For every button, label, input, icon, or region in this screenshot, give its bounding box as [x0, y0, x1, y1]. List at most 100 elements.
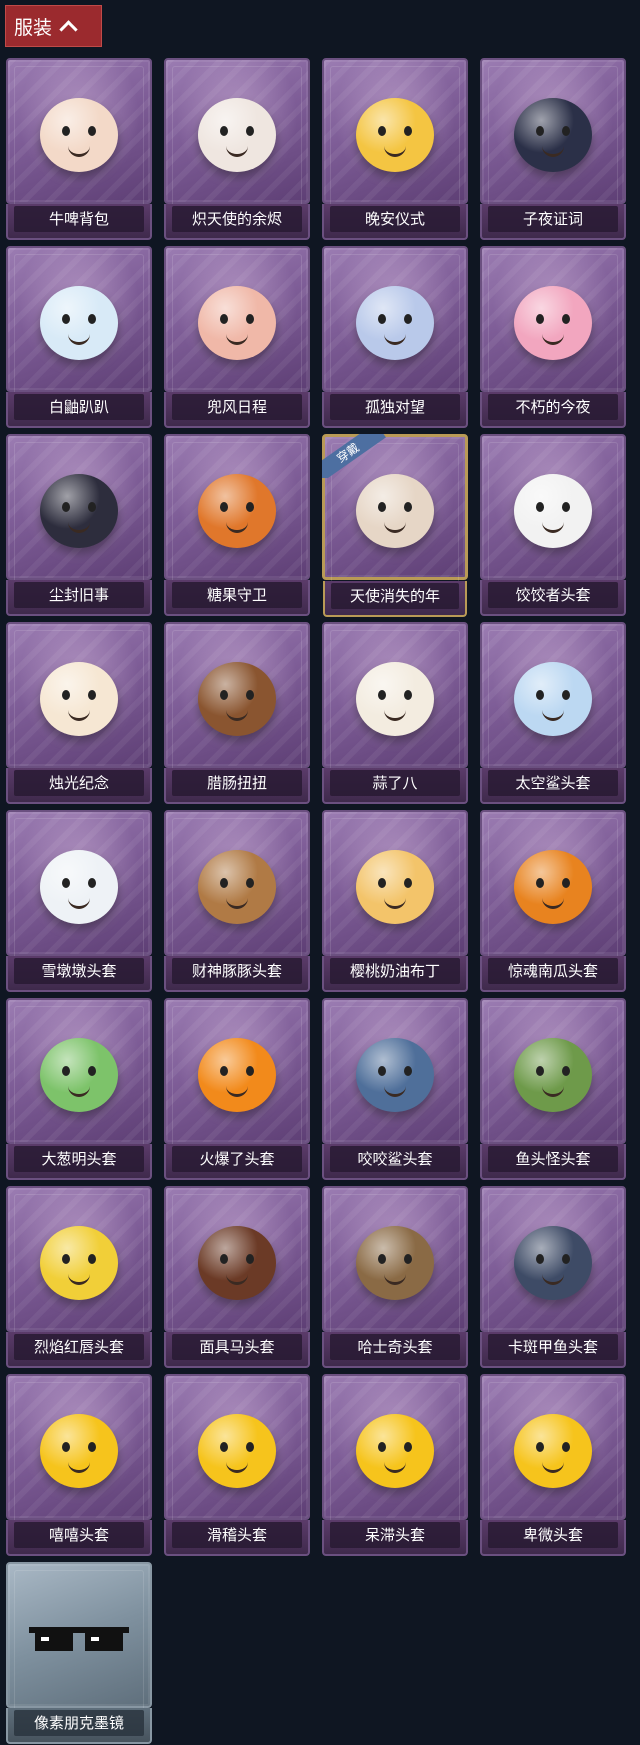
costume-item-label: 不朽的今夜 — [488, 394, 618, 420]
costume-item-label: 太空鲨头套 — [488, 770, 618, 796]
dark-prince-charm-icon — [29, 461, 129, 561]
costume-item[interactable]: 蒜了八 — [322, 622, 468, 804]
costume-item[interactable]: 呆滞头套 — [322, 1374, 468, 1556]
costume-item-label: 尘封旧事 — [14, 582, 144, 608]
costume-item-label: 孤独对望 — [330, 394, 460, 420]
costume-item[interactable]: 鱼头怪头套 — [480, 998, 626, 1180]
owl-figure-icon — [503, 85, 603, 185]
candle-head-icon — [29, 649, 129, 749]
cow-beer-backpack-icon — [29, 85, 129, 185]
costume-item-label: 晚安仪式 — [330, 206, 460, 232]
costume-item-label: 面具马头套 — [172, 1334, 302, 1360]
pumpkin-scarecrow-icon — [187, 461, 287, 561]
costume-item-label: 腊肠扭扭 — [172, 770, 302, 796]
costume-item-label: 哈士奇头套 — [330, 1334, 460, 1360]
costume-item[interactable]: 面具马头套 — [164, 1186, 310, 1368]
costume-item[interactable]: 太空鲨头套 — [480, 622, 626, 804]
costume-grid: 牛啤背包 炽天使的余烬 晚安仪式 子夜证词白鼬趴趴 兜风日程 孤独对望 不朽的今夜尘封旧事 糖… — [6, 58, 626, 1744]
costume-item[interactable]: 白鼬趴趴 — [6, 246, 152, 428]
equipped-badge-text: 穿戴 — [322, 434, 386, 478]
costume-item-label: 烛光纪念 — [14, 770, 144, 796]
costume-item-label: 兜风日程 — [172, 394, 302, 420]
husky-sunglasses-head-icon — [345, 1213, 445, 1313]
costume-item-label: 糖果守卫 — [172, 582, 302, 608]
costume-item[interactable]: 孤独对望 — [322, 246, 468, 428]
space-shark-head-icon — [503, 649, 603, 749]
costume-item-label: 像素朋克墨镜 — [14, 1710, 144, 1736]
costume-item[interactable]: 尘封旧事 — [6, 434, 152, 616]
costume-item-label: 蒜了八 — [330, 770, 460, 796]
costume-item-label: 惊魂南瓜头套 — [488, 958, 618, 984]
costume-item-label: 天使消失的年 — [331, 583, 459, 609]
costume-item-label: 烈焰红唇头套 — [14, 1334, 144, 1360]
fish-monster-head-icon — [503, 1025, 603, 1125]
chevron-up-icon — [59, 19, 78, 39]
costume-item[interactable]: 樱桃奶油布丁 — [322, 810, 468, 992]
dazed-emoji-head-icon — [345, 1401, 445, 1501]
costume-item-label: 大葱明头套 — [14, 1146, 144, 1172]
capybara-head-icon — [187, 837, 287, 937]
costume-item[interactable]: 滑稽头套 — [164, 1374, 310, 1556]
costume-item-label: 嘻嘻头套 — [14, 1522, 144, 1548]
costume-item[interactable]: 财神豚豚头套 — [164, 810, 310, 992]
pufferfish-head-icon — [503, 1213, 603, 1313]
costume-item[interactable]: 卡斑甲鱼头套 — [480, 1186, 626, 1368]
costume-item[interactable]: 糖果守卫 — [164, 434, 310, 616]
costume-item[interactable]: 惊魂南瓜头套 — [480, 810, 626, 992]
costume-item-label: 财神豚豚头套 — [172, 958, 302, 984]
fire-head-icon — [187, 1025, 287, 1125]
crystal-charm-icon — [345, 273, 445, 373]
pikachu-sunglasses-head-icon — [29, 1213, 129, 1313]
costume-item-label: 呆滞头套 — [330, 1522, 460, 1548]
costume-item[interactable]: 兜风日程 — [164, 246, 310, 428]
snowman-head-icon — [29, 837, 129, 937]
pixel-sunglasses-icon — [29, 1589, 129, 1689]
costume-item-label: 饺饺者头套 — [488, 582, 618, 608]
costume-item[interactable]: 饺饺者头套 — [480, 434, 626, 616]
costume-item[interactable]: 火爆了头套 — [164, 998, 310, 1180]
costume-item[interactable]: 腊肠扭扭 — [164, 622, 310, 804]
costume-item-label: 咬咬鲨头套 — [330, 1146, 460, 1172]
equipped-badge: 穿戴 — [322, 434, 392, 478]
costume-item-label: 卡斑甲鱼头套 — [488, 1334, 618, 1360]
costume-item-label: 鱼头怪头套 — [488, 1146, 618, 1172]
costume-item-label: 雪墩墩头套 — [14, 958, 144, 984]
costume-item-label: 白鼬趴趴 — [14, 394, 144, 420]
dumpling-head-icon — [503, 461, 603, 561]
costume-item[interactable]: 晚安仪式 — [322, 58, 468, 240]
costume-item[interactable]: 不朽的今夜 — [480, 246, 626, 428]
costume-item-label: 牛啤背包 — [14, 206, 144, 232]
costume-item-label: 滑稽头套 — [172, 1522, 302, 1548]
seraph-doll-icon — [187, 85, 287, 185]
cap-pig-figure-icon — [187, 273, 287, 373]
costume-item[interactable]: 像素朋克墨镜 — [6, 1562, 152, 1744]
costume-item-label: 子夜证词 — [488, 206, 618, 232]
grin-emoji-head-icon — [29, 1401, 129, 1501]
costume-item[interactable]: 卑微头套 — [480, 1374, 626, 1556]
humble-emoji-head-icon — [503, 1401, 603, 1501]
costume-item[interactable]: 子夜证词 — [480, 58, 626, 240]
costume-item[interactable]: 烈焰红唇头套 — [6, 1186, 152, 1368]
costume-item[interactable]: 嘻嘻头套 — [6, 1374, 152, 1556]
costume-item[interactable]: 哈士奇头套 — [322, 1186, 468, 1368]
costume-item[interactable]: 雪墩墩头套 — [6, 810, 152, 992]
funny-emoji-head-icon — [187, 1401, 287, 1501]
green-onion-head-icon — [29, 1025, 129, 1125]
costume-item[interactable]: 大葱明头套 — [6, 998, 152, 1180]
pudding-head-icon — [345, 837, 445, 937]
costume-item[interactable]: 咬咬鲨头套 — [322, 998, 468, 1180]
costume-item[interactable]: 炽天使的余烬 — [164, 58, 310, 240]
dachshund-head-icon — [187, 649, 287, 749]
costume-item[interactable]: 天使消失的年 穿戴 — [322, 434, 468, 617]
ermine-plush-icon — [29, 273, 129, 373]
biting-shark-head-icon — [345, 1025, 445, 1125]
horse-mask-head-icon — [187, 1213, 287, 1313]
garlic-head-icon — [345, 649, 445, 749]
costume-item-label: 樱桃奶油布丁 — [330, 958, 460, 984]
section-title: 服装 — [14, 16, 53, 39]
costume-section-toggle[interactable]: 服装 — [5, 5, 102, 47]
pumpkin-head-icon — [503, 837, 603, 937]
costume-item[interactable]: 烛光纪念 — [6, 622, 152, 804]
costume-item-label: 炽天使的余烬 — [172, 206, 302, 232]
costume-item[interactable]: 牛啤背包 — [6, 58, 152, 240]
